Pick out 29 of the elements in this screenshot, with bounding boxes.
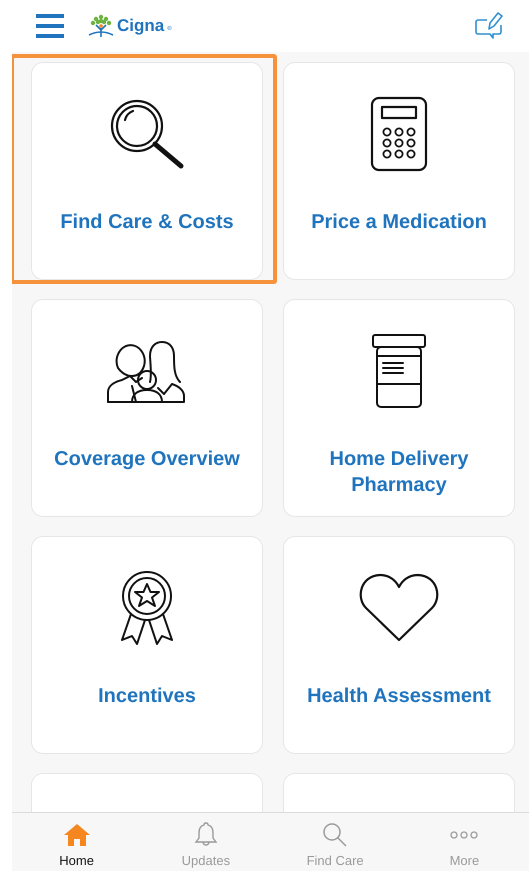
tile-label: Incentives — [97, 684, 197, 709]
tab-bar-item[interactable]: Find Care — [270, 813, 400, 871]
family-icon — [106, 338, 188, 404]
tile-card[interactable]: Price a Medication — [283, 62, 515, 280]
calculator-icon — [370, 96, 428, 172]
pill-bottle-icon — [371, 333, 427, 409]
tree-person-icon — [88, 14, 114, 38]
tab-bar-item[interactable]: More — [400, 813, 529, 871]
home-icon — [62, 822, 91, 846]
tile-card[interactable]: Incentives — [31, 536, 263, 754]
tile-card[interactable]: Home Delivery Pharmacy — [283, 299, 515, 517]
tile-card[interactable]: Find Care & Costs — [31, 62, 263, 280]
bell-icon — [194, 821, 218, 848]
search-icon — [322, 822, 348, 848]
heart-icon — [358, 572, 440, 644]
award-ribbon-icon — [118, 570, 176, 646]
tile-label: Home Delivery Pharmacy — [328, 447, 470, 498]
tab-bar-item[interactable]: Updates — [141, 813, 270, 871]
tile-label: Price a Medication — [310, 210, 488, 235]
menu-icon[interactable] — [36, 14, 64, 38]
tile-label: Find Care & Costs — [59, 210, 235, 235]
tile-label: Coverage Overview — [53, 447, 241, 472]
tab-bar-item[interactable]: Home — [12, 813, 142, 871]
feedback-icon[interactable] — [475, 11, 503, 41]
more-icon — [450, 830, 478, 840]
tile-label: Health Assessment — [306, 684, 492, 709]
tile-card[interactable]: Health Assessment — [283, 536, 515, 754]
logo-text: Cigna — [117, 16, 164, 36]
tile-card[interactable]: Coverage Overview — [31, 299, 263, 517]
